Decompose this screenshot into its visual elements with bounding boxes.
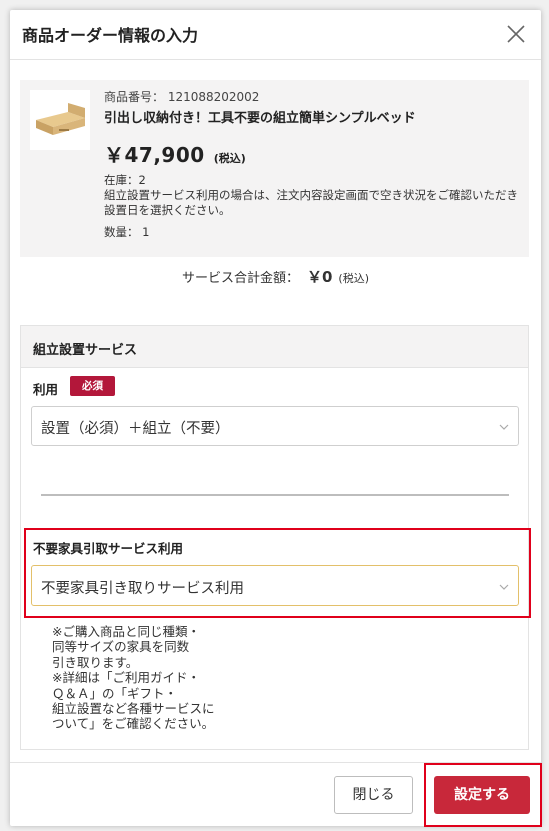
service-total: サービス合計金額： ￥0 (税込)	[10, 266, 541, 287]
modal-header: 商品オーダー情報の入力	[10, 10, 541, 60]
product-name: 引出し収納付き！工具不要の組立簡単シンプルベッド	[104, 111, 416, 126]
close-button[interactable]: 閉じる	[334, 776, 413, 814]
chevron-down-icon	[499, 584, 509, 590]
product-quantity: 数量： 1	[104, 225, 150, 239]
description-line: Ｑ＆Ａ」の「ギフト・	[52, 685, 178, 701]
modal-footer: 閉じる 設定する	[10, 762, 542, 827]
assembly-note: 組立設置サービス利用の場合は、注文内容設定画面で空き状況をご確認いただき設置日を…	[104, 188, 518, 217]
assembly-option-select[interactable]: 設置（必須）＋組立（不要）	[31, 406, 519, 446]
use-label: 利用	[33, 382, 59, 397]
furniture-removal-description: ※ご購入商品と同じ種類・ 同等サイズの家具を同数 引き取ります。 ※詳細は「ご利…	[52, 624, 272, 732]
furniture-removal-value: 不要家具引き取りサービス利用	[41, 581, 244, 597]
furniture-removal-select[interactable]: 不要家具引き取りサービス利用	[31, 565, 519, 606]
submit-button[interactable]: 設定する	[434, 776, 530, 814]
description-line: 組立設置など各種サービスに	[52, 701, 215, 717]
chevron-down-icon	[499, 424, 509, 430]
furniture-removal-label: 不要家具引取サービス利用	[33, 541, 184, 556]
service-total-tax-label: (税込)	[338, 272, 370, 285]
required-badge: 必須	[70, 376, 115, 396]
section-divider	[41, 494, 509, 496]
description-line: 同等サイズの家具を同数	[52, 639, 190, 655]
service-total-amount: ￥0	[306, 268, 333, 286]
product-stock: 在庫：2	[104, 173, 146, 187]
description-line: 引き取ります。	[52, 654, 139, 670]
product-card: 商品番号： 121088202002 引出し収納付き！工具不要の組立簡単シンプル…	[20, 80, 529, 257]
product-image	[30, 90, 90, 150]
service-total-label: サービス合計金額：	[181, 271, 299, 286]
product-sku: 商品番号： 121088202002	[104, 90, 260, 104]
description-line: ※ご購入商品と同じ種類・	[52, 624, 200, 639]
price-tax-label: (税込)	[213, 152, 246, 165]
description-line: ついて」をご確認ください。	[52, 716, 215, 732]
assembly-service-section: 組立設置サービス 利用 必須 設置（必須）＋組立（不要） 不要家具引取サービス利…	[20, 325, 531, 750]
close-icon[interactable]	[505, 23, 527, 45]
modal-title: 商品オーダー情報の入力	[22, 26, 199, 45]
order-info-modal: 商品オーダー情報の入力 商品番号： 121088202002 引出し収納付き！工…	[10, 10, 542, 827]
service-heading: 組立設置サービス	[33, 343, 138, 358]
service-section-header: 組立設置サービス	[21, 326, 528, 368]
description-line: ※詳細は「ご利用ガイド・	[52, 670, 200, 686]
assembly-option-value: 設置（必須）＋組立（不要）	[41, 421, 230, 437]
product-price: ￥47,900	[104, 143, 205, 167]
